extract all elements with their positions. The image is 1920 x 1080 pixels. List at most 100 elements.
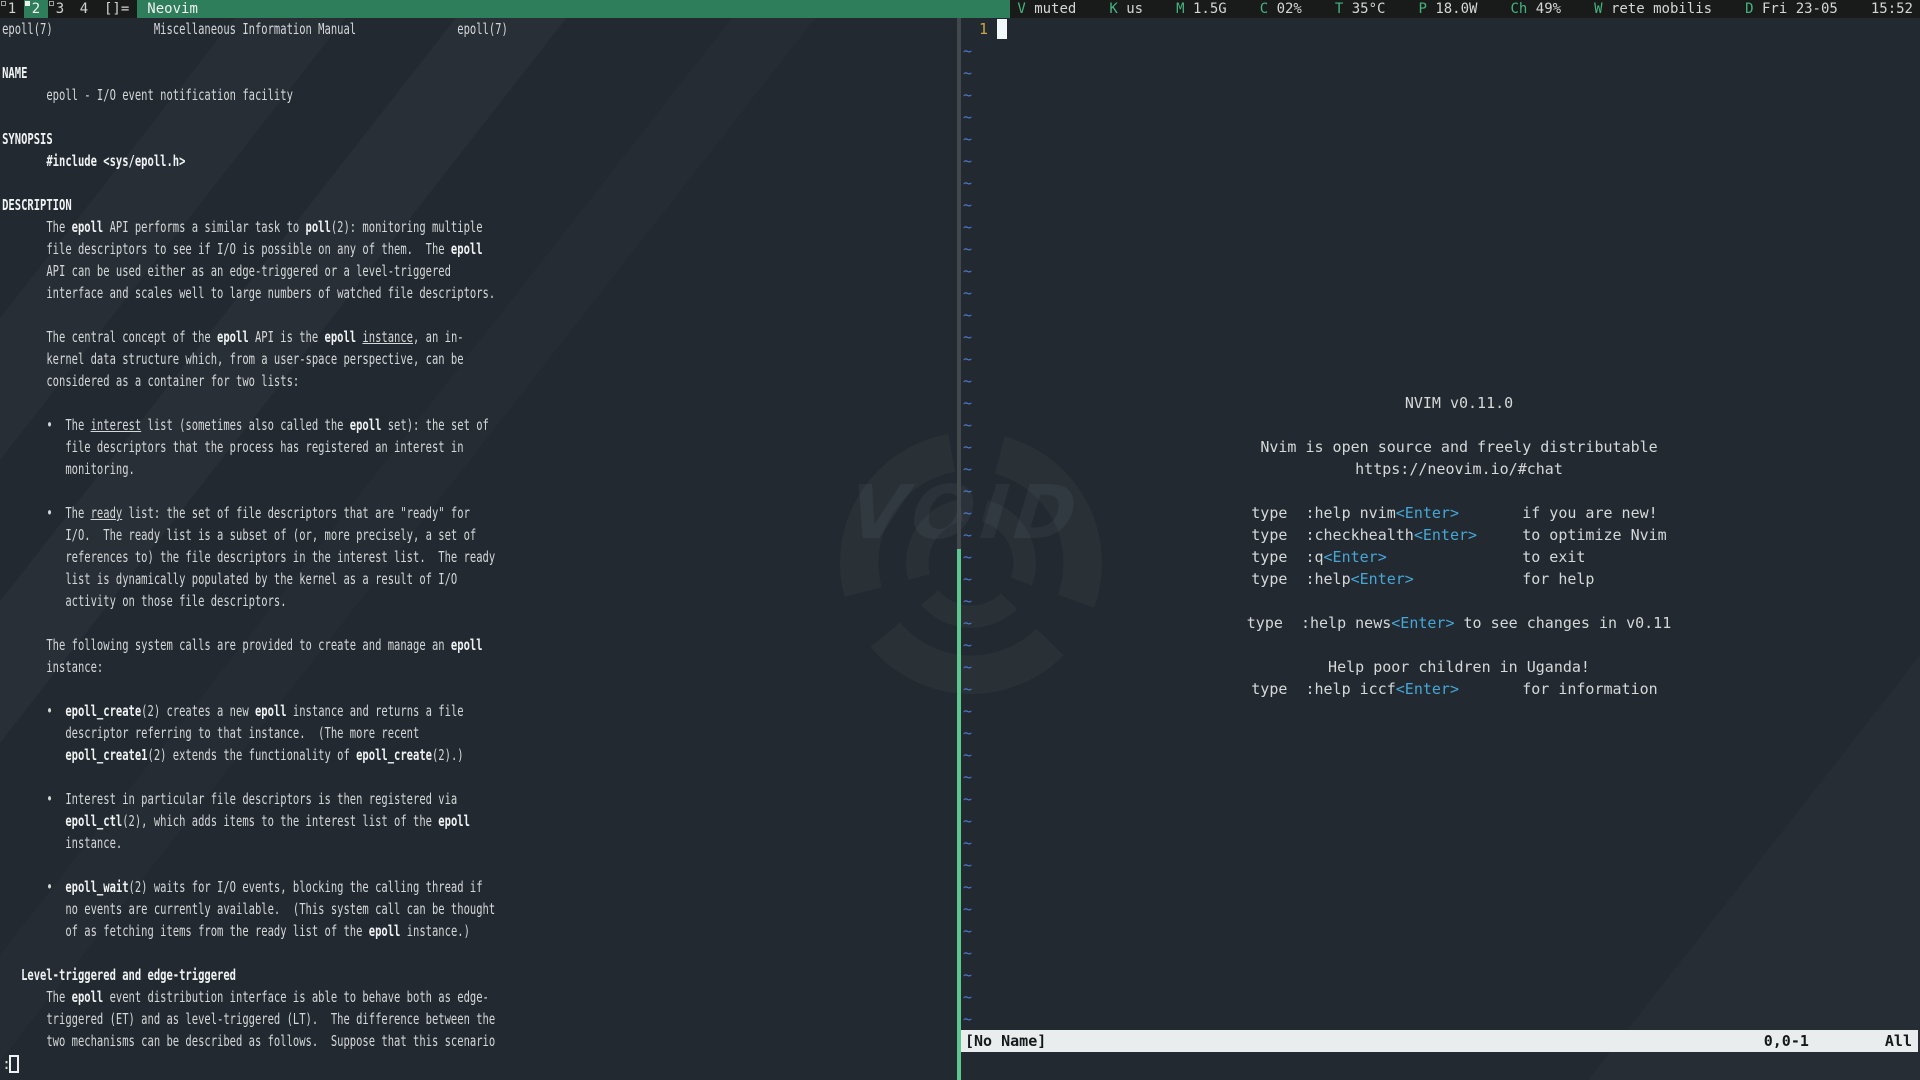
status-bar: 1234 []= Neovim V mutedK usM 1.5GC 02%T … [0,0,1920,18]
man-line: epoll(7) Miscellaneous Information Manua… [2,18,957,40]
man-line: API can be used either as an edge-trigge… [2,260,957,282]
man-line: The central concept of the epoll API is … [2,326,957,348]
system-status: V mutedK usM 1.5GC 02%T 35°CP 18.0WCh 49… [1010,0,1920,18]
tilde: ~ [963,612,972,634]
man-line: • The interest list (sometimes also call… [2,414,957,436]
terminal-cursor [9,1055,19,1073]
man-line: monitoring. [2,458,957,480]
neovim-pane[interactable]: 1 ~~~~~~~~~~~~~~~~~~~~~~~~~~~~~~~~~~~~~~… [961,18,1920,1080]
tilde: ~ [963,876,972,898]
workspace-tag-3[interactable]: 3 [48,0,72,18]
man-line: of as fetching items from the ready list… [2,920,957,942]
tilde: ~ [963,1008,972,1030]
workspace-tag-1[interactable]: 1 [0,0,24,18]
man-line: Level-triggered and edge-triggered [2,964,957,986]
man-line: file descriptors to see if I/O is possib… [2,238,957,260]
tilde: ~ [963,546,972,568]
tilde: ~ [963,634,972,656]
man-line [2,678,957,700]
window-title: Neovim [137,0,1010,18]
intro-line: type :help nvim<Enter> if you are new! [1251,502,1666,524]
workspace-tags: 1234 [0,0,96,18]
man-line: I/O. The ready list is a subset of (or, … [2,524,957,546]
status-segment: Ch 49% [1510,0,1561,18]
intro-line: Help poor children in Uganda! [1328,656,1590,678]
man-line: descriptor referring to that instance. (… [2,722,957,744]
tilde: ~ [963,502,972,524]
intro-line: type :checkhealth<Enter> to optimize Nvi… [1251,524,1666,546]
tilde: ~ [963,128,972,150]
tilde: ~ [963,678,972,700]
man-line: triggered (ET) and as level-triggered (L… [2,1008,957,1030]
workspace-tag-4[interactable]: 4 [72,0,96,18]
tilde: ~ [963,172,972,194]
tilde: ~ [963,832,972,854]
nvim-statusline: [No Name] 0,0-1 All [961,1030,1918,1052]
man-line [2,942,957,964]
line-number: 1 [961,18,988,40]
tilde: ~ [963,766,972,788]
tilde: ~ [963,854,972,876]
man-line [2,392,957,414]
man-line: interface and scales well to large numbe… [2,282,957,304]
cursor-position: 0,0-1 [1764,1030,1809,1052]
tilde: ~ [963,348,972,370]
tilde: ~ [963,590,972,612]
man-line: The epoll API performs a similar task to… [2,216,957,238]
status-segment: V muted [1017,0,1076,18]
pager-prompt[interactable]: : [2,1053,11,1075]
tilde: ~ [963,788,972,810]
tilde: ~ [963,326,972,348]
tilde: ~ [963,414,972,436]
tilde: ~ [963,62,972,84]
status-segment: D Fri 23-05 [1745,0,1838,18]
layout-symbol[interactable]: []= [96,0,137,18]
man-line [2,480,957,502]
man-line: instance. [2,832,957,854]
man-line [2,172,957,194]
workspace-tag-2[interactable]: 2 [24,0,48,18]
man-line [2,766,957,788]
tilde: ~ [963,568,972,590]
scroll-indicator: All [1885,1030,1912,1052]
intro-line: Nvim is open source and freely distribut… [1260,436,1657,458]
tilde: ~ [963,150,972,172]
intro-line: type :q<Enter> to exit [1251,546,1666,568]
nvim-intro: NVIM v0.11.0 Nvim is open source and free… [998,392,1920,700]
tilde: ~ [963,700,972,722]
man-line [2,40,957,62]
tilde: ~ [963,282,972,304]
tilde: ~ [963,238,972,260]
status-segment: P 18.0W [1418,0,1477,18]
nvim-cursor [997,19,1007,39]
tilde: ~ [963,260,972,282]
man-line: NAME [2,62,957,84]
tilde: ~ [963,194,972,216]
man-line: • epoll_wait(2) waits for I/O events, bl… [2,876,957,898]
intro-line: type :help iccf<Enter> for information [1251,678,1666,700]
tilde: ~ [963,744,972,766]
terminal-man-pane[interactable]: epoll(7) Miscellaneous Information Manua… [0,18,957,1080]
tilde: ~ [963,458,972,480]
tilde: ~ [963,216,972,238]
man-line: epoll_ctl(2), which adds items to the in… [2,810,957,832]
buffer-name: [No Name] [965,1030,1046,1052]
man-line [2,854,957,876]
man-line: activity on those file descriptors. [2,590,957,612]
man-line: file descriptors that the process has re… [2,436,957,458]
desktop: VOID 1234 []= Neovim V mutedK usM 1.5GC … [0,0,1920,1080]
tilde: ~ [963,986,972,1008]
status-segment: K us [1109,0,1143,18]
man-line: SYNOPSIS [2,128,957,150]
intro-line: NVIM v0.11.0 [1405,392,1513,414]
tag-indicator-square [1,1,6,6]
tilde: ~ [963,898,972,920]
status-segment: C 02% [1260,0,1302,18]
man-line: epoll_create1(2) extends the functionali… [2,744,957,766]
man-page-text: epoll(7) Miscellaneous Information Manua… [0,18,957,1052]
tilde: ~ [963,920,972,942]
tilde: ~ [963,722,972,744]
intro-line: https://neovim.io/#chat [1355,458,1563,480]
status-segment: M 1.5G [1176,0,1227,18]
man-line: considered as a container for two lists: [2,370,957,392]
